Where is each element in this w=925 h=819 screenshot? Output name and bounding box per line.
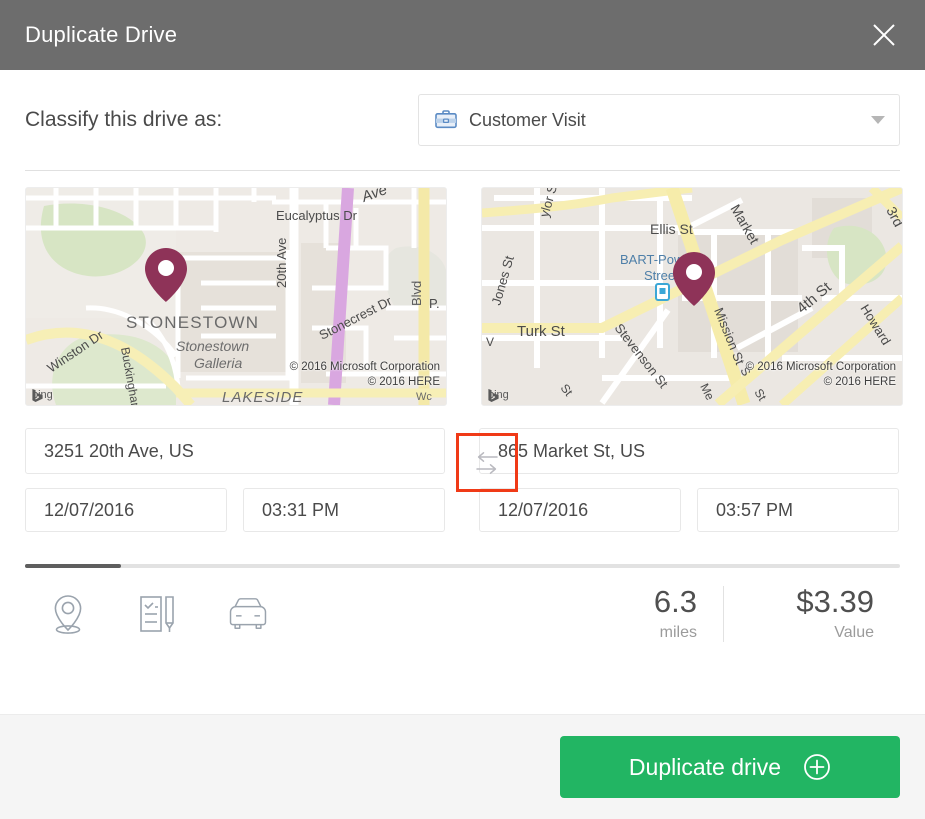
svg-text:LAKESIDE: LAKESIDE: [222, 389, 303, 405]
svg-text:Blvd: Blvd: [409, 281, 424, 306]
start-map[interactable]: Eucalyptus Dr Ave 20th Ave STONESTOWN St…: [25, 187, 447, 406]
bing-logo: bing: [32, 389, 53, 402]
chevron-down-icon: [871, 116, 885, 124]
close-icon[interactable]: [867, 18, 901, 52]
maps-row: Eucalyptus Dr Ave 20th Ave STONESTOWN St…: [25, 187, 903, 406]
bing-logo: bing: [488, 389, 509, 402]
end-map[interactable]: Ellis St Market 3rd Jones St ylor St BAR…: [481, 187, 903, 406]
copyright-line-1: © 2016 Microsoft Corporation: [745, 361, 896, 374]
end-time-input[interactable]: 03:57 PM: [697, 488, 899, 532]
stat-distance-value: 6.3: [653, 583, 697, 619]
start-date-input[interactable]: 12/07/2016: [25, 488, 227, 532]
briefcase-icon: [433, 107, 459, 133]
copyright-line-2: © 2016 HERE: [823, 375, 896, 388]
svg-text:P.: P.: [429, 296, 440, 311]
copyright-line-1: © 2016 Microsoft Corporation: [289, 361, 440, 374]
svg-text:V: V: [486, 335, 494, 349]
svg-text:Turk St: Turk St: [517, 323, 566, 340]
classify-row: Classify this drive as: Customer Visit: [25, 70, 900, 170]
end-address-input[interactable]: 865 Market St, US: [479, 428, 899, 474]
stats-row: 6.3 miles $3.39 Value: [25, 568, 900, 660]
stat-value-label: Value: [834, 624, 874, 642]
start-map-copyright: © 2016 Microsoft Corporation © 2016 HERE: [290, 360, 440, 389]
stat-value: $3.39 Value: [723, 583, 900, 643]
dialog-titlebar: Duplicate Drive: [0, 0, 925, 70]
end-date-value: 12/07/2016: [498, 499, 589, 520]
stat-distance-label: miles: [659, 624, 697, 642]
swap-arrows-icon[interactable]: [456, 433, 518, 492]
dialog-body: Classify this drive as: Customer Visit E…: [0, 70, 925, 714]
copyright-line-2: © 2016 HERE: [367, 375, 440, 388]
address-row: 3251 20th Ave, US 865 Market St, US: [25, 428, 900, 492]
location-pin-icon[interactable]: [45, 591, 91, 637]
start-time-value: 03:31 PM: [262, 499, 340, 520]
car-icon[interactable]: [225, 591, 271, 637]
end-time-value: 03:57 PM: [716, 499, 794, 520]
classification-select[interactable]: Customer Visit: [418, 94, 900, 146]
datetime-row: 12/07/2016 03:31 PM 12/07/2016 03:57 PM: [25, 488, 900, 532]
duplicate-drive-dialog: Duplicate Drive Classify this drive as:: [0, 0, 925, 819]
start-date-value: 12/07/2016: [44, 499, 135, 520]
classify-label: Classify this drive as:: [25, 108, 223, 131]
section-divider: [25, 170, 900, 171]
stat-icon-group: [25, 591, 271, 637]
end-map-copyright: © 2016 Microsoft Corporation © 2016 HERE: [746, 360, 896, 389]
start-address-value: 3251 20th Ave, US: [44, 440, 194, 461]
dialog-title: Duplicate Drive: [25, 22, 178, 47]
drive-progress-bar: [25, 564, 900, 568]
svg-text:STONESTOWN: STONESTOWN: [126, 313, 259, 332]
end-date-input[interactable]: 12/07/2016: [479, 488, 681, 532]
svg-text:Ellis St: Ellis St: [650, 221, 693, 237]
start-time-input[interactable]: 03:31 PM: [243, 488, 445, 532]
duplicate-drive-label: Duplicate drive: [628, 753, 782, 780]
svg-text:Stonestown: Stonestown: [176, 338, 249, 354]
duplicate-drive-button[interactable]: Duplicate drive: [560, 736, 900, 798]
notes-icon[interactable]: [135, 591, 181, 637]
svg-text:Eucalyptus Dr: Eucalyptus Dr: [276, 208, 358, 223]
stat-value-group: 6.3 miles $3.39 Value: [547, 583, 900, 643]
start-address-input[interactable]: 3251 20th Ave, US: [25, 428, 445, 474]
classification-value: Customer Visit: [469, 109, 586, 130]
svg-text:20th Ave: 20th Ave: [274, 238, 289, 288]
stat-distance: 6.3 miles: [547, 583, 723, 643]
end-address-value: 865 Market St, US: [498, 440, 646, 461]
plus-circle-icon: [804, 754, 830, 780]
dialog-footer: Duplicate drive: [0, 714, 925, 819]
svg-text:Wc: Wc: [416, 391, 432, 403]
drive-progress-fill: [25, 564, 122, 568]
svg-text:Galleria: Galleria: [194, 355, 242, 371]
stat-value-amount: $3.39: [796, 583, 874, 619]
